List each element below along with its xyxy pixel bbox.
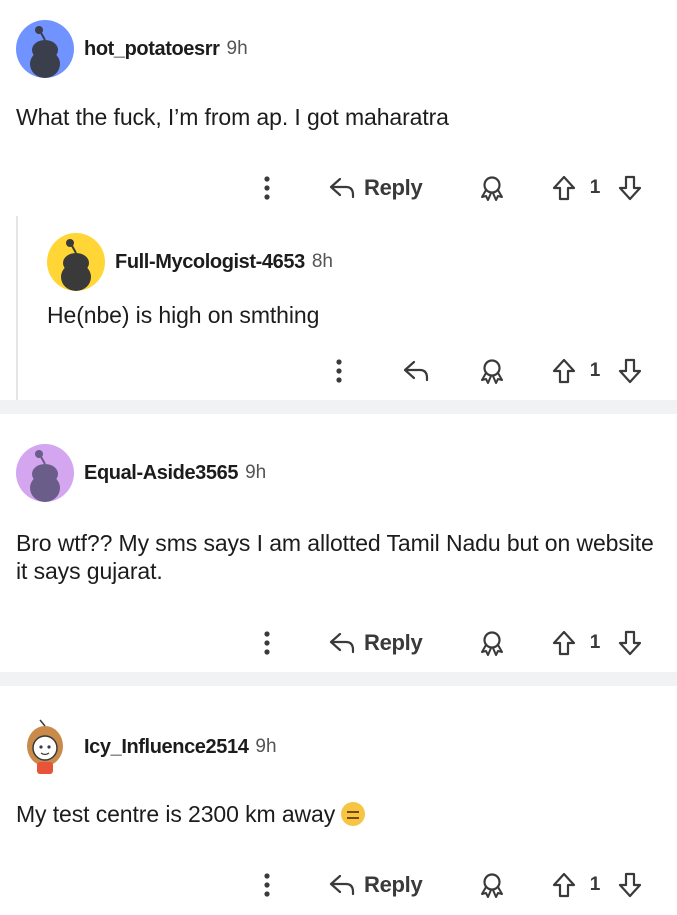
comment-body: He(nbe) is high on smthing: [47, 302, 320, 328]
avatar[interactable]: [16, 20, 74, 78]
custom-avatar-icon: [27, 719, 63, 774]
avatar[interactable]: [16, 718, 74, 776]
snoo-avatar-icon: [30, 26, 60, 78]
reply-button[interactable]: Reply: [328, 865, 432, 905]
reply-arrow-icon: [329, 632, 355, 654]
more-options-button[interactable]: [324, 351, 354, 391]
avatar[interactable]: [16, 444, 74, 502]
more-options-button[interactable]: [252, 623, 282, 663]
comment-actions: Reply 1: [0, 623, 677, 663]
comment-header: hot_potatoesrr 9h: [16, 20, 248, 78]
upvote-button[interactable]: [548, 865, 580, 905]
upvote-button[interactable]: [548, 623, 580, 663]
more-options-icon: [264, 176, 270, 200]
avatar[interactable]: [47, 233, 105, 291]
comment-body: What the fuck, I’m from ap. I got mahara…: [16, 104, 449, 130]
vote-count: 1: [589, 177, 601, 198]
username[interactable]: hot_potatoesrr: [84, 38, 220, 61]
comment: Equal-Aside3565 9h Bro wtf?? My sms says…: [0, 414, 677, 672]
reply-button[interactable]: [398, 351, 434, 391]
comment-header: Full-Mycologist-4653 8h: [47, 233, 333, 291]
more-options-icon: [336, 359, 342, 383]
downvote-arrow-icon: [618, 630, 642, 656]
reply-label: Reply: [364, 872, 423, 897]
comment-body: Bro wtf?? My sms says I am allotted Tami…: [16, 530, 654, 584]
reply-label: Reply: [364, 175, 423, 200]
reply-button[interactable]: Reply: [328, 623, 432, 663]
username[interactable]: Icy_Influence2514: [84, 736, 249, 759]
reply-arrow-icon: [329, 177, 355, 199]
downvote-button[interactable]: [614, 865, 646, 905]
snoo-avatar-icon: [61, 239, 91, 291]
award-icon: [481, 359, 503, 384]
downvote-arrow-icon: [618, 175, 642, 201]
more-options-icon: [264, 631, 270, 655]
reply-button[interactable]: Reply: [328, 168, 432, 208]
comment-header: Icy_Influence2514 9h: [16, 718, 277, 776]
reply-label: Reply: [364, 630, 423, 655]
comment-separator: [0, 400, 677, 414]
comment-body: My test centre is 2300 km away: [16, 800, 656, 828]
more-options-icon: [264, 873, 270, 897]
timestamp: 9h: [226, 38, 248, 59]
comment-actions: Reply 1: [0, 865, 677, 905]
reply-arrow-icon: [403, 360, 429, 382]
comment: Icy_Influence2514 9h My test centre is 2…: [0, 686, 677, 915]
comment-header: Equal-Aside3565 9h: [16, 444, 266, 502]
award-icon: [481, 176, 503, 201]
upvote-arrow-icon: [552, 872, 576, 898]
timestamp: 9h: [245, 462, 267, 483]
award-button[interactable]: [472, 865, 512, 905]
award-icon: [481, 631, 503, 656]
timestamp: 9h: [255, 736, 277, 757]
timestamp: 8h: [311, 251, 333, 272]
username[interactable]: Full-Mycologist-4653: [115, 251, 305, 274]
award-button[interactable]: [472, 168, 512, 208]
comment-separator: [0, 672, 677, 686]
downvote-button[interactable]: [614, 351, 646, 391]
award-button[interactable]: [472, 351, 512, 391]
vote-count: 1: [589, 632, 601, 653]
reply-arrow-icon: [329, 874, 355, 896]
upvote-arrow-icon: [552, 630, 576, 656]
award-icon: [481, 873, 503, 898]
downvote-button[interactable]: [614, 168, 646, 208]
vote-count: 1: [589, 360, 601, 381]
comment-text: My test centre is 2300 km away: [16, 801, 336, 827]
comment-actions: 1: [0, 351, 677, 391]
username[interactable]: Equal-Aside3565: [84, 462, 238, 485]
downvote-arrow-icon: [618, 872, 642, 898]
award-button[interactable]: [472, 623, 512, 663]
more-options-button[interactable]: [252, 168, 282, 208]
upvote-button[interactable]: [548, 168, 580, 208]
vote-count: 1: [589, 874, 601, 895]
upvote-button[interactable]: [548, 351, 580, 391]
downvote-arrow-icon: [618, 358, 642, 384]
upvote-arrow-icon: [552, 175, 576, 201]
more-options-button[interactable]: [252, 865, 282, 905]
upvote-arrow-icon: [552, 358, 576, 384]
expressionless-face-emoji-icon: [341, 802, 366, 826]
comment: hot_potatoesrr 9h What the fuck, I’m fro…: [0, 0, 677, 400]
comment-actions: Reply 1: [0, 168, 677, 208]
snoo-avatar-icon: [30, 450, 60, 502]
downvote-button[interactable]: [614, 623, 646, 663]
